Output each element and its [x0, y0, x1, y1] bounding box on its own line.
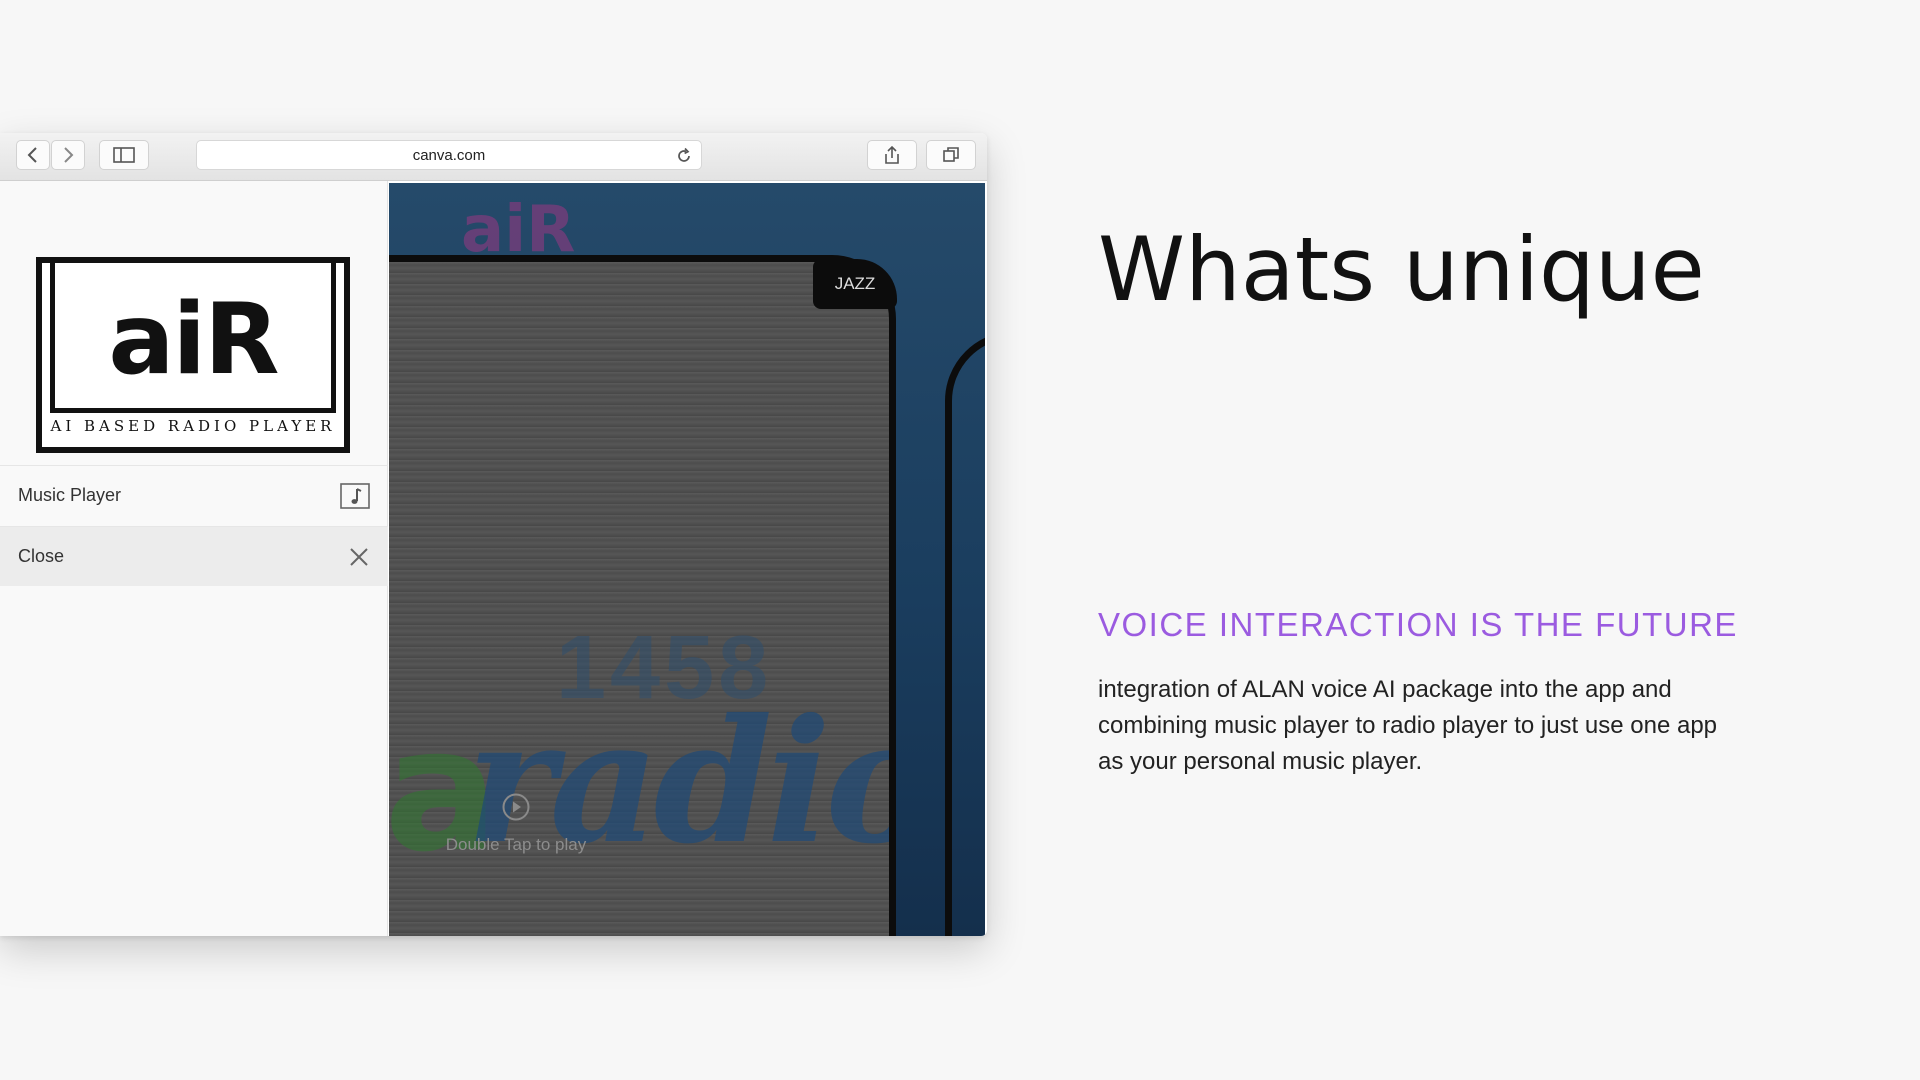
page-title: Whats unique: [1098, 218, 1705, 321]
music-note-icon: [340, 482, 370, 509]
chevron-right-icon: [64, 147, 74, 163]
tabs-button[interactable]: [926, 140, 976, 170]
logo-frame: aiR: [50, 263, 336, 413]
menu-item-label: Music Player: [18, 485, 122, 505]
next-station-card[interactable]: [945, 331, 985, 936]
share-icon: [885, 145, 899, 164]
menu-item-music-player[interactable]: Music Player: [0, 465, 388, 525]
browser-window: canva.com aiR AI BASED RADIO PLAYER Musi…: [0, 133, 987, 936]
close-icon: [350, 547, 368, 566]
tabs-icon: [943, 147, 959, 162]
genre-tag: JAZZ: [813, 259, 897, 309]
play-hint[interactable]: Double Tap to play: [416, 792, 616, 855]
app-sidebar: aiR AI BASED RADIO PLAYER Music Player C…: [0, 181, 388, 936]
play-icon: [502, 793, 530, 821]
back-button[interactable]: [16, 140, 50, 170]
menu-item-close[interactable]: Close: [0, 526, 388, 586]
play-hint-label: Double Tap to play: [445, 835, 587, 854]
chevron-left-icon: [27, 147, 37, 163]
address-bar[interactable]: canva.com: [196, 140, 702, 170]
air-logo: aiR AI BASED RADIO PLAYER: [36, 257, 350, 453]
logo-subtitle: AI BASED RADIO PLAYER: [50, 417, 336, 435]
reload-icon: [678, 147, 690, 162]
logo-text: aiR: [108, 282, 279, 397]
menu-item-label: Close: [18, 546, 65, 566]
reload-button[interactable]: [675, 147, 693, 169]
radio-player-panel: aiR a 1458 radio Double Tap to play JAZZ: [389, 183, 985, 936]
section-subtitle: VOICE INTERACTION IS THE FUTURE: [1098, 606, 1738, 643]
share-button[interactable]: [867, 140, 917, 170]
address-text: canva.com: [412, 146, 486, 164]
section-description: integration of ALAN voice AI package int…: [1098, 676, 1718, 775]
station-card[interactable]: a 1458 radio Double Tap to play: [389, 255, 896, 936]
sidebar-toggle-button[interactable]: [99, 140, 149, 170]
page-viewport: aiR AI BASED RADIO PLAYER Music Player C…: [0, 181, 987, 936]
sidebar-icon: [113, 147, 135, 163]
forward-button[interactable]: [51, 140, 85, 170]
browser-toolbar: canva.com: [0, 133, 987, 181]
